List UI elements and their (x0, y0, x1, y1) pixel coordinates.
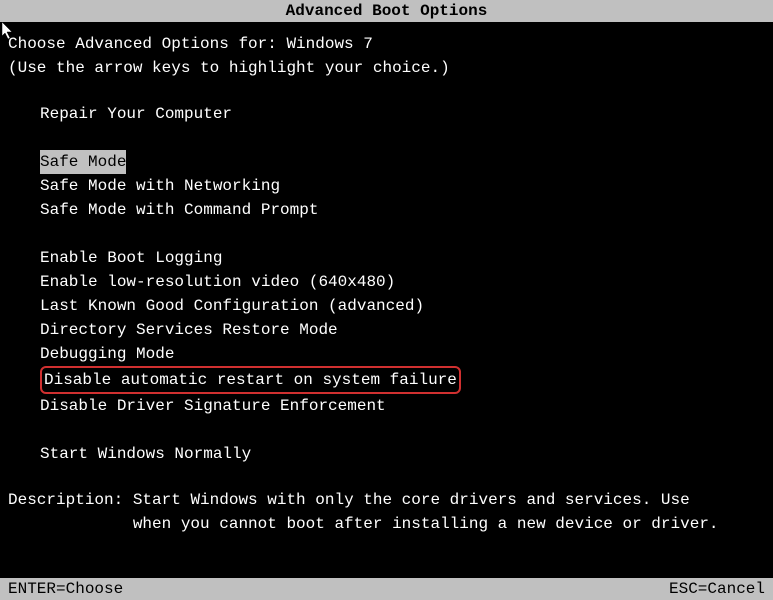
menu-repair-computer[interactable]: Repair Your Computer (8, 102, 765, 126)
footer-bar: ENTER=Choose ESC=Cancel (0, 578, 773, 600)
menu-safe-mode[interactable]: Safe Mode (40, 150, 126, 174)
instruction-line-1: Choose Advanced Options for: Windows 7 (8, 32, 765, 56)
description-text-2: when you cannot boot after installing a … (8, 515, 719, 533)
main-content: Choose Advanced Options for: Windows 7 (… (0, 22, 773, 536)
title-bar: Advanced Boot Options (0, 0, 773, 22)
footer-enter-hint: ENTER=Choose (8, 579, 123, 599)
menu-safe-mode-command-prompt[interactable]: Safe Mode with Command Prompt (8, 198, 765, 222)
menu-directory-services-restore[interactable]: Directory Services Restore Mode (8, 318, 765, 342)
menu-enable-boot-logging[interactable]: Enable Boot Logging (8, 246, 765, 270)
menu-low-resolution-video[interactable]: Enable low-resolution video (640x480) (8, 270, 765, 294)
description-block: Description: Start Windows with only the… (8, 488, 765, 536)
instruction-line-2: (Use the arrow keys to highlight your ch… (8, 56, 765, 80)
title-text: Advanced Boot Options (286, 2, 488, 20)
description-label: Description: (8, 491, 133, 509)
description-text-1: Start Windows with only the core drivers… (133, 491, 690, 509)
boot-menu: Repair Your Computer Safe Mode Safe Mode… (8, 102, 765, 466)
menu-debugging-mode[interactable]: Debugging Mode (8, 342, 765, 366)
menu-disable-driver-signature[interactable]: Disable Driver Signature Enforcement (8, 394, 765, 418)
menu-last-known-good[interactable]: Last Known Good Configuration (advanced) (8, 294, 765, 318)
menu-safe-mode-networking[interactable]: Safe Mode with Networking (8, 174, 765, 198)
footer-esc-hint: ESC=Cancel (669, 579, 765, 599)
menu-disable-auto-restart[interactable]: Disable automatic restart on system fail… (40, 366, 461, 394)
menu-start-windows-normally[interactable]: Start Windows Normally (8, 442, 765, 466)
